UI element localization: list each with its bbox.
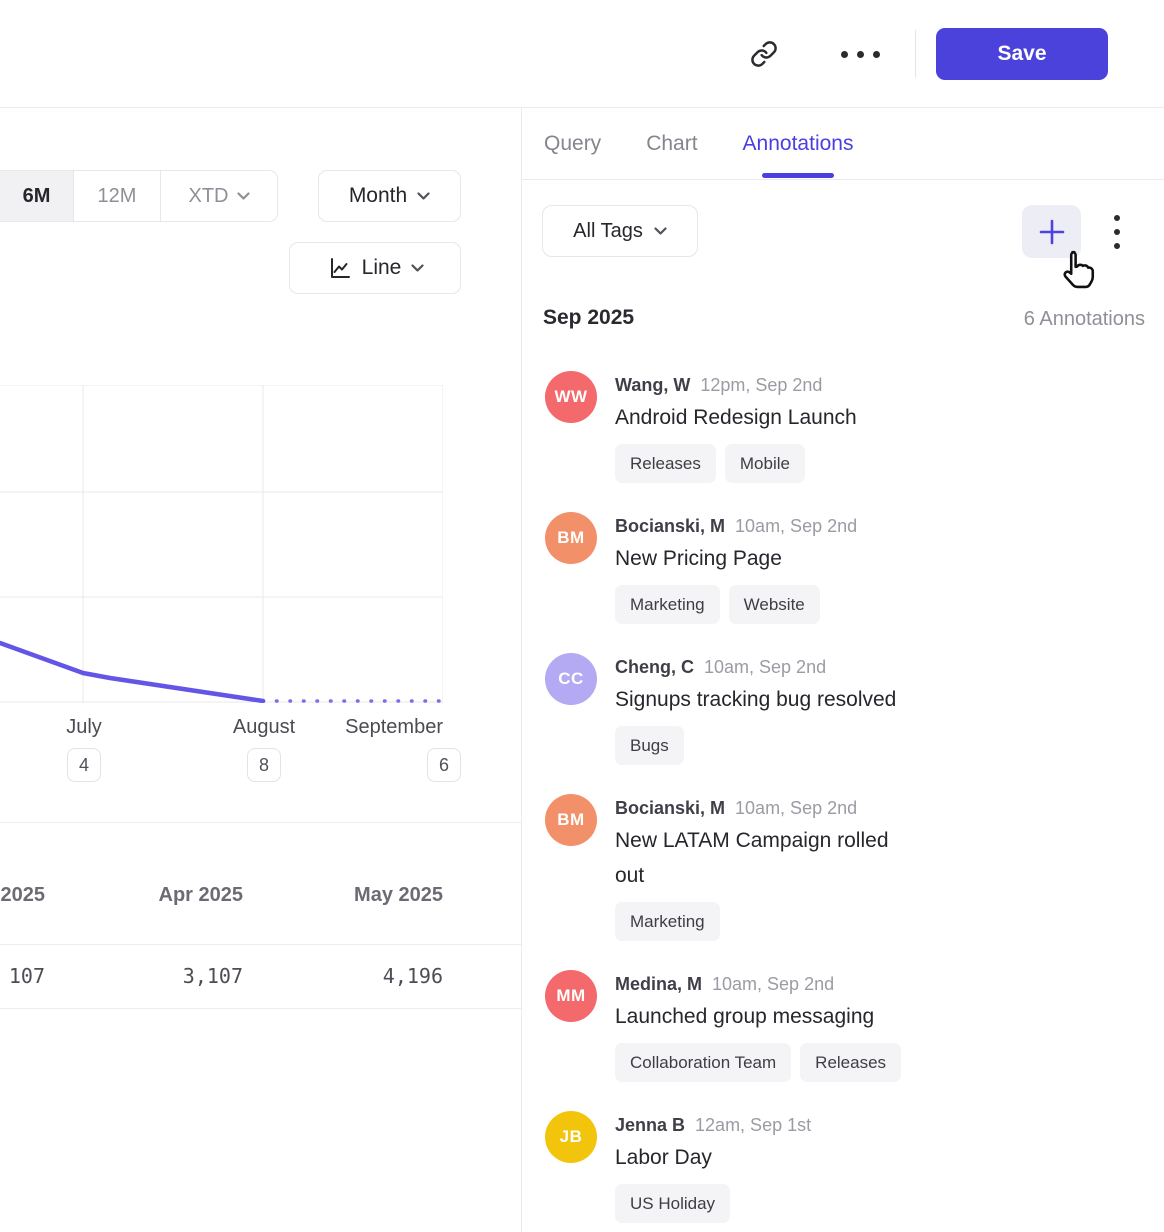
avatar: MM — [545, 970, 597, 1022]
annotation-tag[interactable]: Bugs — [615, 726, 684, 765]
month-group-header: Sep 2025 — [543, 306, 634, 330]
range-12m-button[interactable]: 12M — [73, 171, 160, 221]
annotation-time: 10am, Sep 2nd — [704, 657, 826, 677]
range-xtd-button[interactable]: XTD — [160, 171, 277, 221]
annotation-count-badge-september[interactable]: 6 — [427, 748, 461, 782]
avatar: WW — [545, 371, 597, 423]
table-bottom-border — [0, 1008, 521, 1009]
avatar: CC — [545, 653, 597, 705]
avatar: BM — [545, 794, 597, 846]
tab-chart[interactable]: Chart — [646, 108, 697, 180]
app-root: Save 6M 12M XTD Month Line July — [0, 0, 1164, 1232]
tag-filter-dropdown[interactable]: All Tags — [542, 205, 698, 257]
annotation-tag[interactable]: Marketing — [615, 585, 720, 624]
chevron-down-icon — [417, 192, 430, 200]
table-value-mar: 107 — [9, 964, 45, 988]
trend-chart-area[interactable] — [0, 385, 443, 703]
table-header-apr: Apr 2025 — [159, 884, 244, 907]
annotation-tag[interactable]: Releases — [800, 1043, 901, 1082]
chevron-down-icon — [654, 227, 667, 235]
chart-panel: 6M 12M XTD Month Line July August Septem… — [0, 108, 521, 1232]
annotations-panel: Query Chart Annotations All Tags Sep 202… — [521, 108, 1164, 1232]
annotation-title: Signups tracking bug resolved — [615, 682, 896, 717]
annotation-time: 12am, Sep 1st — [695, 1115, 811, 1135]
granularity-label: Month — [349, 184, 407, 208]
annotation-author: Cheng, C — [615, 657, 694, 677]
annotation-time: 10am, Sep 2nd — [735, 798, 857, 818]
annotations-count: 6 Annotations — [1024, 308, 1145, 331]
annotation-tag[interactable]: Marketing — [615, 902, 720, 941]
annotation-author: Bocianski, M — [615, 798, 725, 818]
tab-query[interactable]: Query — [544, 108, 601, 180]
date-range-segmented-control: 6M 12M XTD — [0, 170, 278, 222]
annotation-title: Labor Day — [615, 1140, 811, 1175]
avatar: BM — [545, 512, 597, 564]
trend-chart — [0, 385, 443, 703]
chart-type-label: Line — [362, 256, 402, 280]
table-header-mar: 2025 — [1, 884, 46, 907]
annotation-count-badge-july[interactable]: 4 — [67, 748, 101, 782]
annotation-tag[interactable]: US Holiday — [615, 1184, 730, 1223]
more-options-button[interactable] — [834, 36, 886, 72]
annotation-title: Android Redesign Launch — [615, 400, 857, 435]
list-item[interactable]: MM Medina, M 10am, Sep 2nd Launched group… — [545, 970, 1156, 1082]
plus-icon — [1038, 218, 1066, 246]
line-chart-icon — [326, 255, 352, 281]
range-6m-button[interactable]: 6M — [0, 171, 73, 221]
chevron-down-icon — [237, 192, 250, 200]
annotation-title: New Pricing Page — [615, 541, 857, 576]
link-icon — [750, 40, 778, 68]
annotation-author: Wang, W — [615, 375, 690, 395]
range-xtd-label: XTD — [189, 185, 229, 208]
table-header-may: May 2025 — [354, 884, 443, 907]
tab-annotations[interactable]: Annotations — [743, 108, 854, 180]
annotation-time: 10am, Sep 2nd — [735, 516, 857, 536]
list-item[interactable]: WW Wang, W 12pm, Sep 2nd Android Redesign… — [545, 371, 1156, 483]
annotation-title: Launched group messaging — [615, 999, 901, 1034]
annotation-tag[interactable]: Mobile — [725, 444, 805, 483]
annotation-count-badge-august[interactable]: 8 — [247, 748, 281, 782]
tag-filter-label: All Tags — [573, 220, 643, 243]
annotations-list: WW Wang, W 12pm, Sep 2nd Android Redesign… — [545, 371, 1156, 1232]
list-item[interactable]: JB Jenna B 12am, Sep 1st Labor Day US Hol… — [545, 1111, 1156, 1223]
annotation-time: 12pm, Sep 2nd — [700, 375, 822, 395]
add-annotation-button[interactable] — [1022, 205, 1081, 258]
save-button[interactable]: Save — [936, 28, 1108, 80]
annotations-menu-button[interactable] — [1097, 205, 1137, 258]
table-value-apr: 3,107 — [183, 964, 243, 988]
kebab-icon — [1114, 215, 1120, 249]
share-link-button[interactable] — [742, 34, 786, 74]
topbar: Save — [0, 0, 1164, 108]
table-top-border — [0, 822, 521, 823]
annotation-time: 10am, Sep 2nd — [712, 974, 834, 994]
annotation-tag[interactable]: Website — [729, 585, 820, 624]
panel-tabs: Query Chart Annotations — [522, 108, 1164, 180]
avatar: JB — [545, 1111, 597, 1163]
annotation-author: Bocianski, M — [615, 516, 725, 536]
chart-type-dropdown[interactable]: Line — [289, 242, 461, 294]
annotation-author: Jenna B — [615, 1115, 685, 1135]
table-header-border — [0, 944, 521, 945]
list-item[interactable]: CC Cheng, C 10am, Sep 2nd Signups trackin… — [545, 653, 1156, 765]
annotation-tag[interactable]: Releases — [615, 444, 716, 483]
topbar-divider — [915, 30, 916, 78]
annotation-title: New LATAM Campaign rolled out — [615, 823, 915, 893]
x-axis-label-september: September — [345, 716, 443, 739]
annotation-author: Medina, M — [615, 974, 702, 994]
x-axis-label-august: August — [233, 716, 295, 739]
table-value-may: 4,196 — [383, 964, 443, 988]
list-item[interactable]: BM Bocianski, M 10am, Sep 2nd New Pricing… — [545, 512, 1156, 624]
list-item[interactable]: BM Bocianski, M 10am, Sep 2nd New LATAM C… — [545, 794, 1156, 941]
granularity-dropdown[interactable]: Month — [318, 170, 461, 222]
chevron-down-icon — [411, 264, 424, 272]
ellipsis-icon — [841, 51, 880, 58]
annotation-tag[interactable]: Collaboration Team — [615, 1043, 791, 1082]
x-axis-label-july: July — [66, 716, 102, 739]
